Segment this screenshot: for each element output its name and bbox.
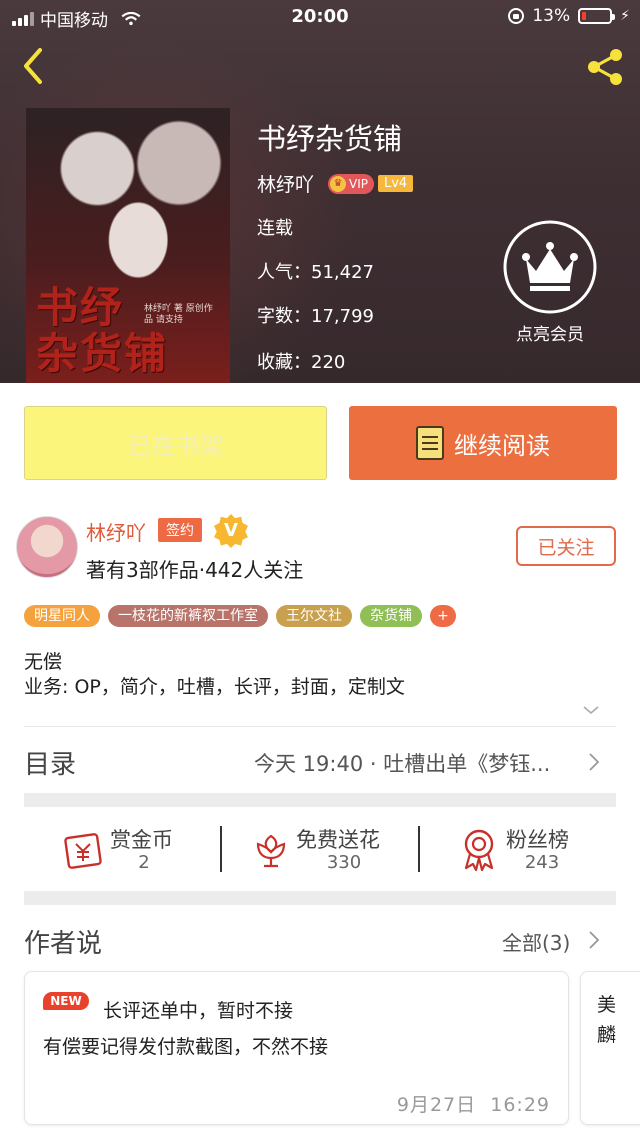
continue-reading-button[interactable]: 继续阅读: [349, 406, 617, 480]
battery-percent: 13%: [532, 6, 571, 26]
tag-item[interactable]: 明星同人: [24, 605, 100, 627]
reward-coins-label: 赏金币: [110, 828, 173, 852]
catalog-title[interactable]: 目录: [24, 744, 76, 781]
membership-crown-icon[interactable]: [502, 219, 598, 315]
word-count-line: 字数：17,799: [257, 302, 374, 328]
crown-icon: ♛: [330, 175, 347, 192]
tag-item[interactable]: 一枝花的新裤衩工作室: [108, 605, 268, 627]
favorites-label: 收藏：: [257, 352, 311, 373]
note-time: 16:29: [490, 1094, 550, 1116]
note-text-line2: 有偿要记得发付款截图，不然不接: [43, 1036, 329, 1058]
catalog-latest-chapter[interactable]: 今天 19:40 · 吐槽出单《梦钰...: [254, 748, 580, 778]
note-date: 9月27日: [396, 1094, 477, 1116]
verified-v-icon: V: [214, 514, 248, 548]
chevron-right-icon[interactable]: [588, 752, 600, 772]
on-shelf-button[interactable]: 已在书架: [24, 406, 327, 480]
word-count-value: 17,799: [311, 306, 374, 327]
book-cover[interactable]: 林纾吖 著 原创作品 请支持 书纾 杂货铺: [26, 108, 230, 383]
header-author-name[interactable]: 林纾吖: [257, 170, 314, 197]
battery-icon: [578, 8, 616, 24]
stat-separator: [220, 826, 222, 872]
continue-reading-label: 继续阅读: [454, 431, 550, 460]
follow-button[interactable]: 已关注: [516, 526, 616, 566]
favorites-value: 220: [311, 352, 346, 373]
tag-list: 明星同人 一枝花的新裤衩工作室 王尔文社 杂货铺 +: [24, 605, 456, 627]
description-line2: 业务: OP，简介，吐槽，长评，封面，定制文: [24, 676, 405, 698]
book-icon: [416, 426, 444, 460]
fan-ranking-label: 粉丝榜: [506, 828, 569, 852]
chevron-right-icon[interactable]: [588, 930, 600, 950]
note-text-line1: 长评还单中，暂时不接: [103, 1000, 294, 1022]
author-says-title: 作者说: [24, 929, 103, 959]
status-bar: 中国移动 20:00 13% ⚡: [0, 0, 640, 34]
author-note-card[interactable]: NEW 长评还单中，暂时不接 有偿要记得发付款截图，不然不接 9月27日 16:…: [24, 971, 569, 1125]
reward-coins-item[interactable]: 赏金币 2: [60, 822, 200, 878]
note-peek-text: 美麟: [597, 994, 617, 1046]
fan-ranking-value: 243: [524, 852, 560, 873]
cover-title: 书纾 杂货铺: [36, 285, 226, 377]
back-button[interactable]: [14, 44, 54, 88]
level-badge: Lv4: [378, 175, 414, 192]
popularity-value: 51,427: [311, 262, 374, 283]
status-right: 13% ⚡: [508, 6, 630, 26]
word-count-label: 字数：: [257, 306, 311, 327]
coin-envelope-icon: [64, 833, 102, 869]
tag-item[interactable]: 王尔文社: [276, 605, 352, 627]
charging-icon: ⚡: [620, 8, 630, 24]
favorites-line: 收藏：220: [257, 348, 345, 374]
expand-chevron-icon[interactable]: [582, 704, 600, 716]
header-author-row: 林纾吖 ♛ VIP Lv4: [257, 170, 414, 197]
vip-label: VIP: [349, 176, 368, 191]
fan-ranking-item[interactable]: 粉丝榜 243: [460, 822, 610, 878]
free-flowers-value: 330: [326, 852, 362, 873]
free-flowers-label: 免费送花: [296, 828, 380, 852]
rotation-lock-icon: [508, 8, 525, 24]
share-icon[interactable]: [582, 44, 628, 90]
author-note-card-next[interactable]: 美麟: [580, 971, 640, 1125]
membership-label[interactable]: 点亮会员: [490, 320, 610, 345]
section-divider: [24, 891, 616, 905]
book-header: 中国移动 20:00 13% ⚡ 林纾吖 著 原创作品 请支持 书纾 杂货铺 书…: [0, 0, 640, 383]
divider: [24, 726, 616, 727]
tag-item[interactable]: 杂货铺: [360, 605, 422, 627]
popularity-line: 人气：51,427: [257, 258, 374, 284]
book-title: 书纾杂货铺: [257, 122, 403, 156]
note-timestamp: 9月27日 16:29: [397, 1090, 550, 1117]
vip-badge: ♛ VIP: [328, 173, 374, 194]
free-flowers-item[interactable]: 免费送花 330: [250, 822, 410, 878]
flower-icon: [256, 834, 286, 868]
add-tag-button[interactable]: +: [430, 605, 456, 627]
book-description: 无偿 业务: OP，简介，吐槽，长评，封面，定制文: [24, 650, 405, 700]
popularity-label: 人气：: [257, 262, 311, 283]
serial-status: 连载: [257, 218, 293, 239]
author-avatar[interactable]: [16, 516, 78, 578]
author-says-all-link[interactable]: 全部(3): [502, 927, 570, 956]
description-line1: 无偿: [24, 651, 63, 673]
cover-title-line1: 书纾: [36, 283, 125, 332]
author-name[interactable]: 林纾吖: [86, 517, 146, 546]
cover-title-line2: 杂货铺: [36, 329, 169, 378]
stat-separator: [418, 826, 420, 872]
signed-badge: 签约: [158, 518, 202, 542]
reward-coins-value: 2: [138, 852, 150, 873]
award-ribbon-icon: [464, 829, 494, 872]
section-divider: [24, 793, 616, 807]
author-stats: 著有3部作品·442人关注: [86, 558, 304, 582]
new-badge: NEW: [43, 992, 89, 1010]
